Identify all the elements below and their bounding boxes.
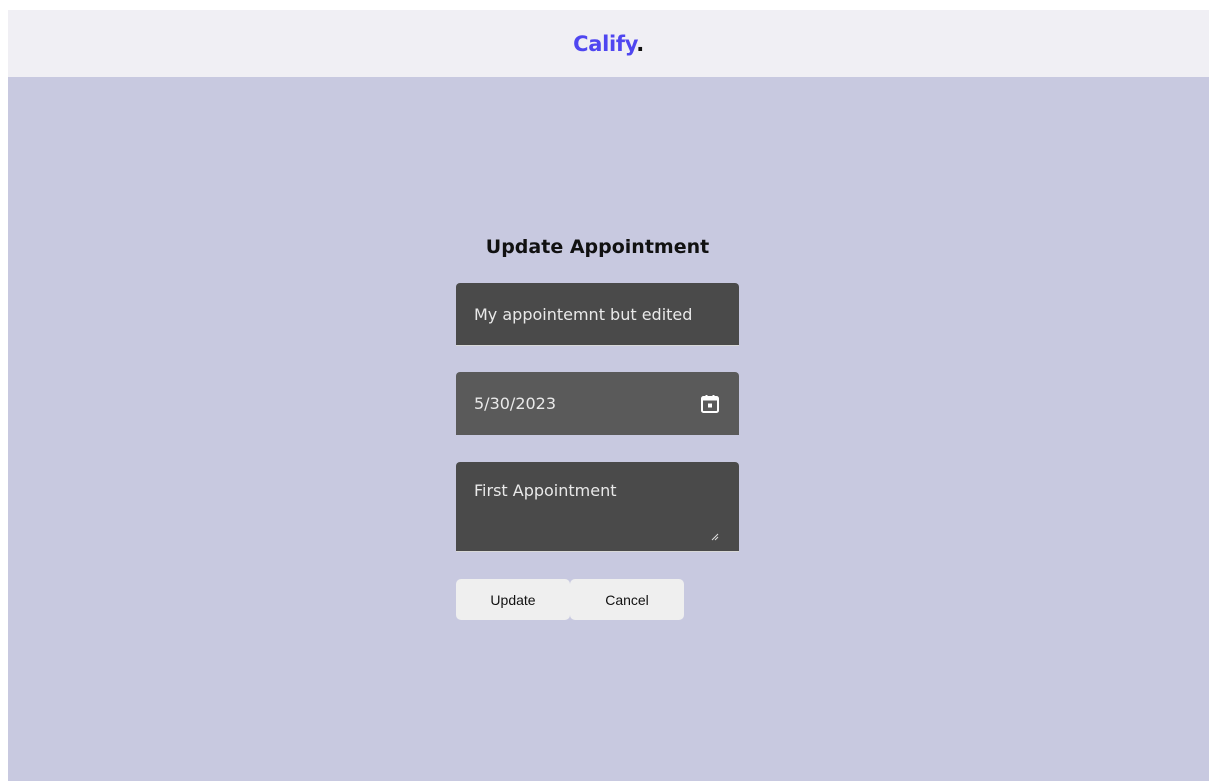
- update-button[interactable]: Update: [456, 579, 570, 620]
- notes-field-container: First Appointment: [456, 462, 739, 552]
- brand-name: Calify: [573, 31, 637, 56]
- form-title: Update Appointment: [485, 236, 710, 258]
- top-bar: Calify.: [8, 10, 1209, 77]
- title-field-container: [456, 283, 739, 346]
- resize-grip-icon[interactable]: [711, 526, 719, 541]
- cancel-button[interactable]: Cancel: [570, 579, 684, 620]
- calendar-icon[interactable]: [699, 393, 721, 415]
- brand-logo[interactable]: Calify.: [573, 32, 644, 56]
- notes-textarea[interactable]: First Appointment: [474, 480, 721, 540]
- date-field-container: 5/30/2023: [456, 372, 739, 435]
- title-input[interactable]: [474, 304, 721, 324]
- date-input[interactable]: 5/30/2023: [474, 394, 699, 413]
- brand-dot: .: [636, 31, 644, 56]
